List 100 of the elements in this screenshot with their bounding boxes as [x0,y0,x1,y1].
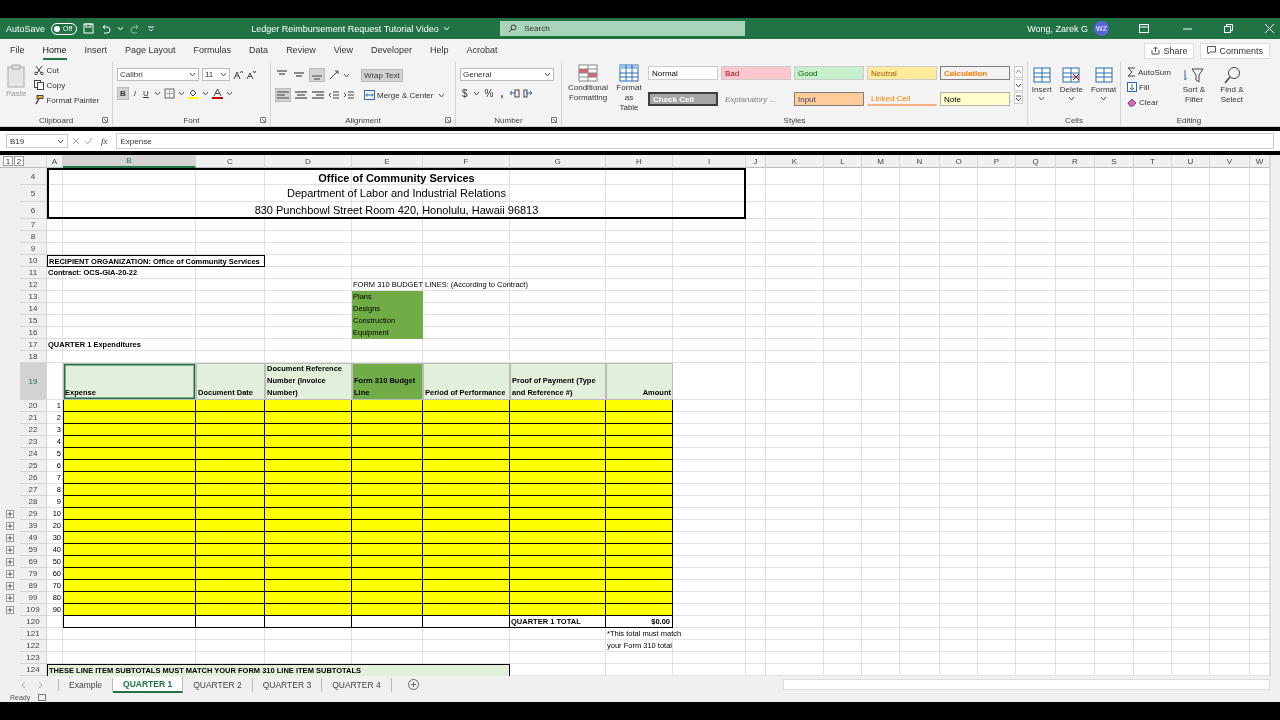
caret-icon[interactable] [343,72,350,78]
shrink-font-icon[interactable] [246,69,256,80]
expand-button[interactable] [6,570,14,578]
row-header[interactable]: 20 [20,400,47,412]
currency-button[interactable]: $ [460,87,470,100]
expand-button[interactable] [6,558,14,566]
row-header[interactable]: 39 [20,520,47,532]
menu-tab[interactable]: File [10,41,25,60]
cell-style[interactable]: Neutral [867,66,937,80]
menu-tab[interactable]: Review [286,41,316,60]
more-icon[interactable] [1014,92,1023,104]
sheet-tab[interactable]: QUARTER 2 [183,677,253,692]
row-header[interactable]: 8 [20,231,47,243]
row-header[interactable]: 124 [20,664,47,676]
expand-button[interactable] [6,522,14,530]
bold-button[interactable]: B [117,87,129,100]
underline-button[interactable]: U [141,88,151,99]
search-field[interactable]: Search [500,21,746,36]
conditional-formatting-button[interactable]: Conditional Formatting [566,64,610,114]
orientation-icon[interactable] [328,69,340,81]
row-header[interactable]: 29 [20,508,47,520]
column-header[interactable]: C [196,155,265,168]
cells-button[interactable]: Delete [1057,66,1085,114]
restore-icon[interactable] [1224,24,1233,33]
row-header[interactable]: 121 [20,628,47,640]
row-header[interactable]: 79 [20,568,47,580]
dialog-launcher-icon[interactable] [260,117,266,123]
row-header[interactable]: 89 [20,580,47,592]
menu-tab[interactable]: Home [42,41,67,60]
menu-tab[interactable]: Data [249,41,269,60]
format-painter-button[interactable]: Format Painter [32,94,102,106]
cell-style[interactable]: Normal [648,66,718,80]
caret-icon[interactable] [177,91,185,96]
customize-icon[interactable] [147,24,156,33]
menu-tab[interactable]: Insert [84,41,108,60]
row-header[interactable]: 28 [20,496,47,508]
caret-icon[interactable] [220,72,227,77]
menu-tab[interactable]: Help [430,41,449,60]
add-sheet-icon[interactable] [407,679,419,690]
sheet-tab[interactable]: QUARTER 1 [113,676,184,693]
row-header[interactable]: 5 [20,185,47,202]
format-as-table-button[interactable]: Format as Table [614,64,644,114]
autosum-button[interactable]: AutoSum [1125,66,1173,78]
row-header[interactable]: 27 [20,484,47,496]
cell-style[interactable]: Input [794,92,864,106]
grow-font-icon[interactable] [233,69,243,80]
row-header[interactable]: 59 [20,544,47,556]
fill-color-icon[interactable] [187,88,199,99]
expand-button[interactable] [6,510,14,518]
expand-button[interactable] [6,534,14,542]
merge-center-button[interactable]: Merge & Center [362,89,436,101]
row-header[interactable]: 9 [20,243,47,255]
row-header[interactable]: 10 [20,255,47,267]
expand-button[interactable] [6,606,14,614]
row-header[interactable]: 23 [20,436,47,448]
percent-button[interactable]: % [482,87,496,100]
row-header[interactable]: 15 [20,315,47,327]
row-header[interactable]: 14 [20,303,47,315]
ribbon-display-icon[interactable] [1139,24,1149,33]
caret-icon[interactable] [1038,96,1046,101]
row-header[interactable]: 25 [20,460,47,472]
font-size-field[interactable]: 11 [202,68,230,81]
caret-icon[interactable] [201,91,209,96]
caret-icon[interactable] [189,72,196,77]
caret-icon[interactable] [57,138,64,144]
column-header[interactable]: E [352,155,423,168]
row-header[interactable]: 109 [20,604,47,616]
column-header[interactable]: G [510,155,606,168]
row-header[interactable]: 49 [20,532,47,544]
row-header[interactable]: 19 [20,363,47,400]
borders-icon[interactable] [163,88,175,99]
row-header[interactable]: 69 [20,556,47,568]
column-header[interactable]: D [265,155,352,168]
comma-button[interactable]: , [498,87,506,100]
align-center-icon[interactable] [294,89,308,101]
row-header[interactable]: 21 [20,412,47,424]
number-format-field[interactable]: General [460,68,554,81]
italic-button[interactable]: I [131,88,138,99]
row-header[interactable]: 120 [20,616,47,628]
menu-tab[interactable]: Formulas [193,41,232,60]
scroll-down-icon[interactable] [1014,79,1023,91]
sheet-tab[interactable]: QUARTER 3 [252,677,323,692]
caret-icon[interactable] [153,91,161,96]
clear-button[interactable]: Clear [1125,96,1173,108]
row-header[interactable]: 6 [20,202,47,219]
cell-style[interactable]: Bad [721,66,791,80]
formula-field[interactable]: Expense [115,133,1274,149]
copy-button[interactable]: Copy [32,79,102,91]
horizontal-scrollbar[interactable] [783,679,1270,690]
insert-function-button[interactable]: fx [97,136,112,146]
row-header[interactable]: 24 [20,448,47,460]
cut-button[interactable]: Cut [32,64,102,76]
fill-button[interactable]: Fill [1125,81,1173,93]
undo-icon[interactable] [100,23,112,34]
dialog-launcher-icon[interactable] [102,117,108,123]
caret-icon[interactable] [225,91,233,96]
row-header[interactable]: 18 [20,351,47,363]
row-header[interactable]: 7 [20,219,47,231]
comments-button[interactable]: Comments [1200,42,1270,59]
find-select-button[interactable]: Find & Select [1214,66,1249,114]
